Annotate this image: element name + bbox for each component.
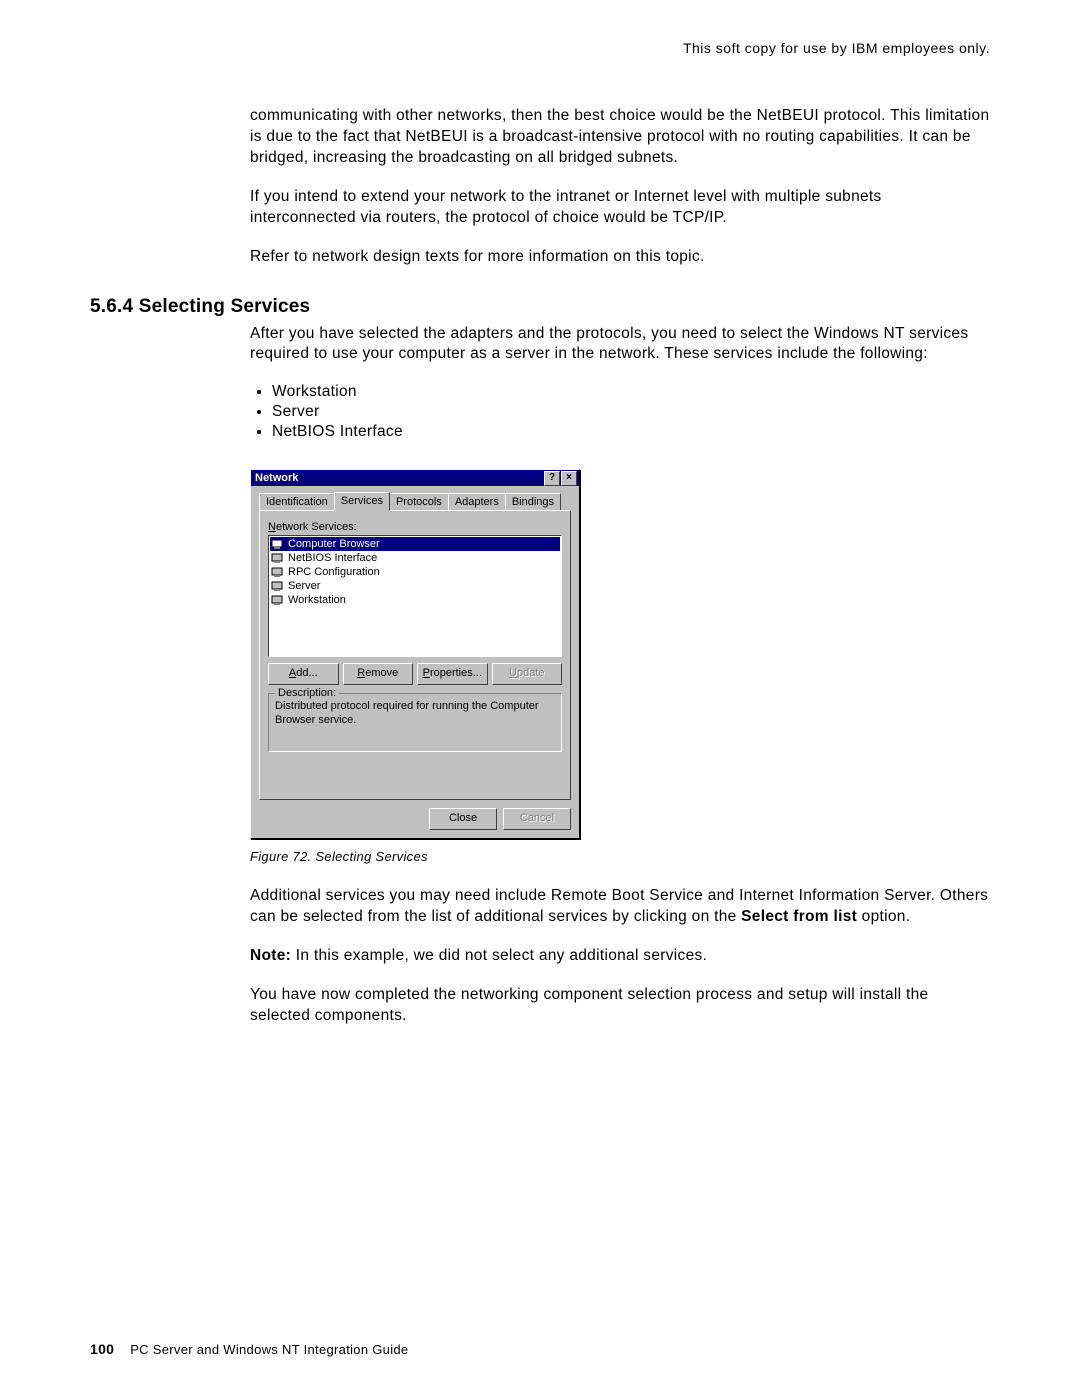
paragraph-2: If you intend to extend your network to … bbox=[250, 187, 990, 229]
bullet-list: Workstation Server NetBIOS Interface bbox=[250, 383, 990, 441]
list-item: Server bbox=[272, 403, 990, 421]
figure-caption: Figure 72. Selecting Services bbox=[250, 849, 990, 864]
service-label: Computer Browser bbox=[288, 538, 380, 550]
service-icon bbox=[271, 580, 285, 592]
tab-services[interactable]: Services bbox=[334, 492, 390, 511]
dialog-cancel-button[interactable]: Cancel bbox=[503, 808, 571, 830]
service-item-workstation[interactable]: Workstation bbox=[270, 593, 560, 607]
tab-identification[interactable]: Identification bbox=[259, 493, 335, 510]
service-label: NetBIOS Interface bbox=[288, 552, 377, 564]
close-button[interactable]: × bbox=[561, 471, 577, 486]
tab-strip: Identification Services Protocols Adapte… bbox=[259, 492, 571, 510]
titlebar: Network ? × bbox=[251, 470, 579, 486]
paragraph-7: You have now completed the networking co… bbox=[250, 985, 990, 1027]
footer-title: PC Server and Windows NT Integration Gui… bbox=[130, 1342, 408, 1357]
service-label: RPC Configuration bbox=[288, 566, 380, 578]
update-button[interactable]: Update bbox=[492, 663, 563, 685]
list-label: Network Services: bbox=[268, 521, 562, 533]
service-icon bbox=[271, 594, 285, 606]
properties-button[interactable]: Properties... bbox=[417, 663, 488, 685]
paragraph-4: After you have selected the adapters and… bbox=[250, 324, 990, 366]
tab-panel-services: Network Services: Computer Browser bbox=[259, 510, 571, 800]
service-icon bbox=[271, 566, 285, 578]
dialog-close-button[interactable]: Close bbox=[429, 808, 497, 830]
tab-adapters[interactable]: Adapters bbox=[448, 493, 506, 510]
service-label: Server bbox=[288, 580, 320, 592]
services-listbox[interactable]: Computer Browser NetBIOS Interface bbox=[268, 535, 562, 657]
service-icon bbox=[271, 538, 285, 550]
remove-button[interactable]: Remove bbox=[343, 663, 414, 685]
figure: Network ? × Identification Services Prot… bbox=[250, 469, 990, 839]
tab-bindings[interactable]: Bindings bbox=[505, 493, 561, 510]
service-label: Workstation bbox=[288, 594, 346, 606]
network-dialog: Network ? × Identification Services Prot… bbox=[250, 469, 580, 839]
section-heading: 5.6.4 Selecting Services bbox=[90, 296, 990, 318]
list-item: Workstation bbox=[272, 383, 990, 401]
list-item: NetBIOS Interface bbox=[272, 423, 990, 441]
page-footer: 100 PC Server and Windows NT Integration… bbox=[90, 1341, 408, 1357]
add-button[interactable]: Add... bbox=[268, 663, 339, 685]
service-item-server[interactable]: Server bbox=[270, 579, 560, 593]
help-button[interactable]: ? bbox=[544, 471, 560, 486]
description-text: Distributed protocol required for runnin… bbox=[275, 700, 555, 726]
service-item-computer-browser[interactable]: Computer Browser bbox=[270, 537, 560, 551]
paragraph-1: communicating with other networks, then … bbox=[250, 106, 990, 169]
paragraph-3: Refer to network design texts for more i… bbox=[250, 247, 990, 268]
paragraph-5: Additional services you may need include… bbox=[250, 886, 990, 928]
paragraph-6: Note: In this example, we did not select… bbox=[250, 946, 990, 967]
page-number: 100 bbox=[90, 1341, 114, 1357]
description-label: Description: bbox=[275, 687, 339, 699]
tab-protocols[interactable]: Protocols bbox=[389, 493, 449, 510]
service-item-netbios[interactable]: NetBIOS Interface bbox=[270, 551, 560, 565]
dialog-title: Network bbox=[253, 472, 543, 484]
service-icon bbox=[271, 552, 285, 564]
service-item-rpc[interactable]: RPC Configuration bbox=[270, 565, 560, 579]
header-note: This soft copy for use by IBM employees … bbox=[90, 40, 990, 56]
description-group: Description: Distributed protocol requir… bbox=[268, 693, 562, 751]
